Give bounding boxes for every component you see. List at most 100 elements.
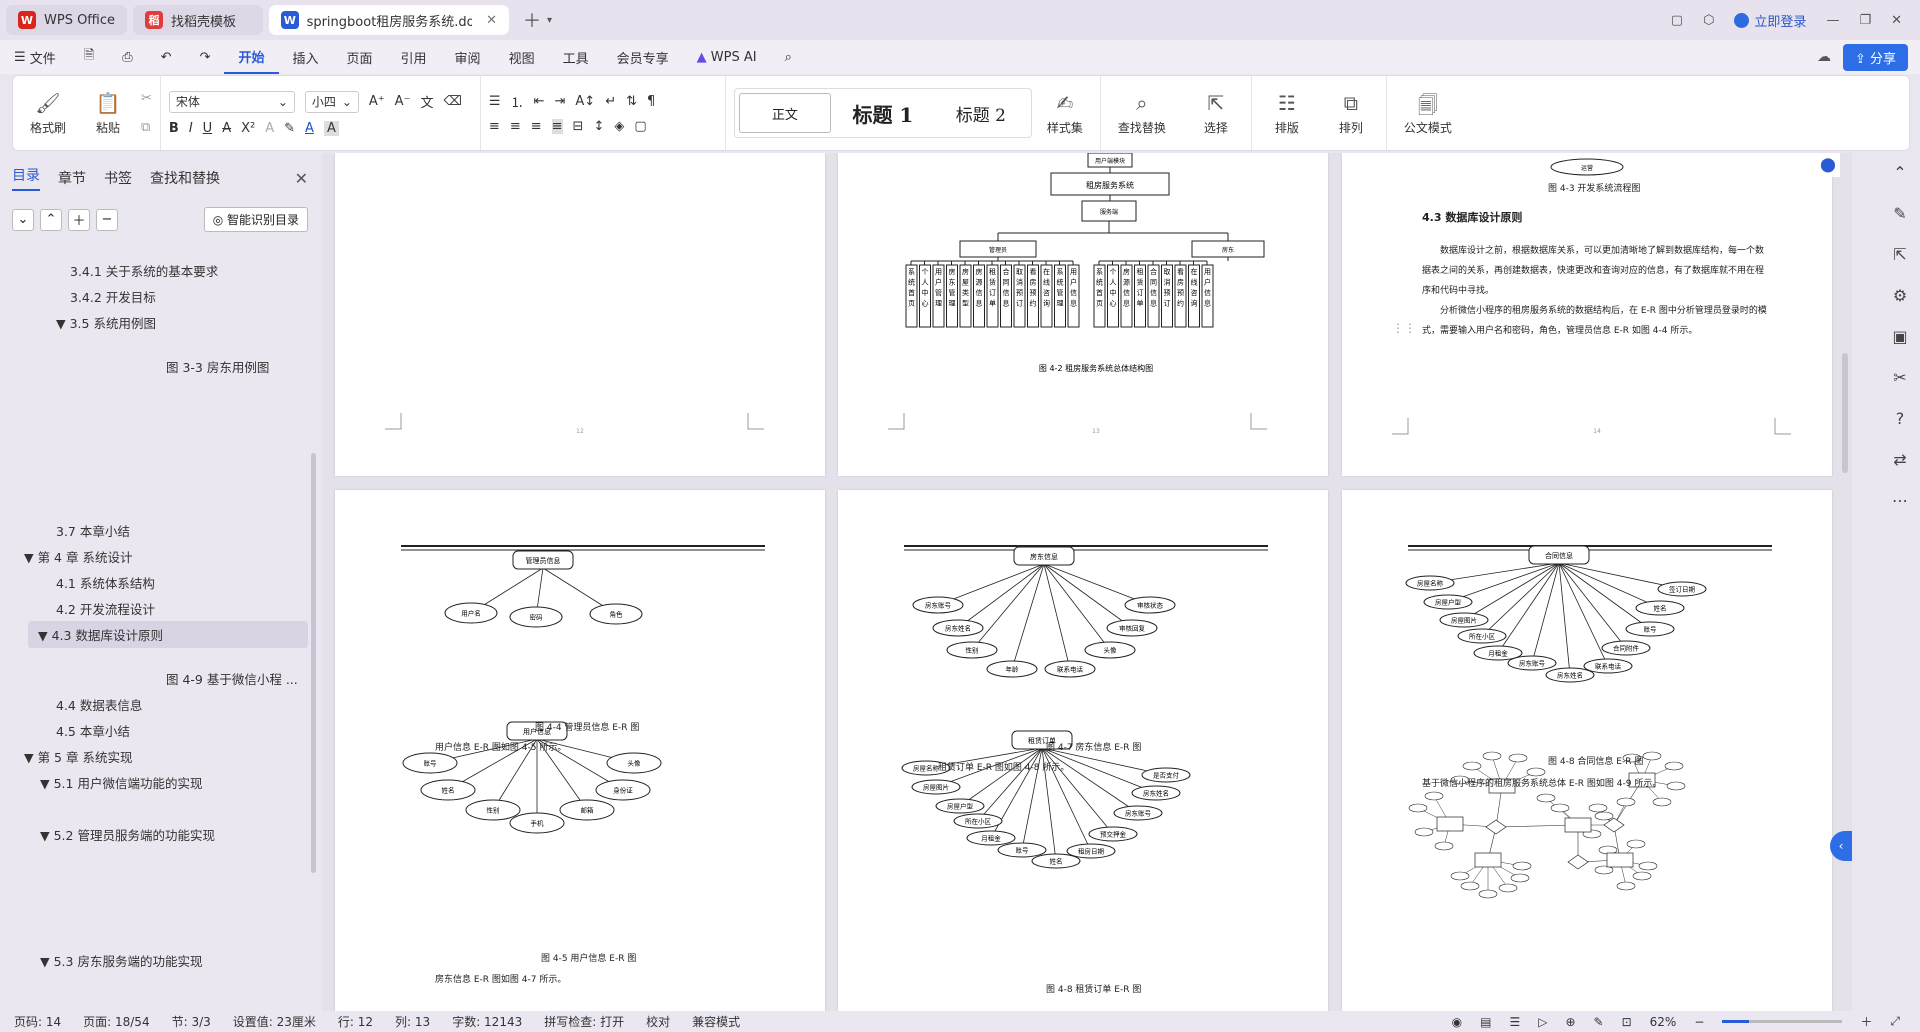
- tab-wps-office[interactable]: W WPS Office: [6, 5, 128, 35]
- phonetic-icon[interactable]: 文: [420, 92, 433, 111]
- paste-button[interactable]: 📋 粘贴: [81, 91, 135, 136]
- outline-view-icon[interactable]: ☰: [1509, 1015, 1520, 1029]
- close-window-icon[interactable]: ✕: [1891, 13, 1902, 28]
- zoom-value[interactable]: 62%: [1650, 1015, 1677, 1029]
- expand-icon[interactable]: ⌃: [40, 208, 62, 231]
- menu-page[interactable]: 页面: [333, 40, 387, 74]
- style-heading-1[interactable]: 标题 1: [837, 93, 929, 133]
- line-break-icon[interactable]: ↵: [605, 94, 616, 109]
- superscript-icon[interactable]: X²: [241, 121, 255, 136]
- save-icon[interactable]: 🗎: [70, 40, 108, 74]
- status-pages[interactable]: 页面: 18/54: [83, 1013, 149, 1030]
- justify-icon[interactable]: ≡: [551, 119, 563, 134]
- cursor-select-icon[interactable]: ⇱: [1893, 245, 1906, 264]
- wps-ai-button[interactable]: ▲ WPS AI: [683, 40, 771, 74]
- shrink-font-icon[interactable]: A⁻: [395, 94, 411, 109]
- sort-icon[interactable]: ⇅: [626, 94, 637, 109]
- zoom-in-icon[interactable]: ＋: [1860, 1013, 1872, 1030]
- nav-tab-find[interactable]: 查找和替换: [150, 168, 220, 188]
- search-icon[interactable]: ⌕: [771, 40, 806, 74]
- drag-handle-icon[interactable]: ⋮⋮: [1392, 321, 1416, 335]
- chevron-down-icon[interactable]: ▾: [547, 15, 552, 26]
- login-button[interactable]: 立即登录: [1734, 11, 1806, 30]
- nav-tab-chapters[interactable]: 章节: [58, 168, 86, 188]
- align-left-icon[interactable]: ≡: [489, 119, 500, 134]
- grow-font-icon[interactable]: A⁺: [369, 94, 385, 109]
- location-pin-icon[interactable]: ⬤: [1816, 153, 1840, 177]
- toc-item[interactable]: ▼ 第 5 章 系统实现: [24, 747, 132, 766]
- clear-format-icon[interactable]: ⌫: [443, 94, 461, 109]
- style-set-button[interactable]: ✍ 样式集: [1038, 91, 1092, 136]
- fit-icon[interactable]: ⊡: [1622, 1015, 1632, 1029]
- arrange-button[interactable]: ⧉ 排列: [1324, 91, 1378, 136]
- cloud-icon[interactable]: ☁: [1817, 49, 1831, 65]
- increase-indent-icon[interactable]: ⇥: [554, 94, 565, 109]
- style-normal[interactable]: 正文: [738, 93, 831, 133]
- numbered-list-icon[interactable]: ⒈: [511, 92, 524, 111]
- find-replace-button[interactable]: ⌕ 查找替换: [1109, 91, 1175, 136]
- tab-docer[interactable]: 稻 找稻壳模板: [133, 5, 264, 35]
- doc-scrollbar[interactable]: [1842, 353, 1848, 473]
- zoom-slider[interactable]: [1722, 1020, 1843, 1023]
- char-shading-icon[interactable]: A: [323, 120, 339, 136]
- format-painter-button[interactable]: 🖌 格式刷: [21, 91, 75, 136]
- decrease-indent-icon[interactable]: ⇤: [534, 94, 545, 109]
- page-view-icon[interactable]: ▤: [1480, 1015, 1491, 1029]
- play-icon[interactable]: ▷: [1538, 1015, 1547, 1029]
- border-icon[interactable]: ▢: [634, 119, 646, 134]
- show-marks-icon[interactable]: ¶: [647, 94, 655, 109]
- eye-icon[interactable]: ◉: [1452, 1015, 1462, 1029]
- tools-icon[interactable]: ✂: [1893, 368, 1906, 387]
- toc-item[interactable]: 3.7 本章小结: [56, 521, 130, 540]
- toc-item[interactable]: 3.4.2 开发目标: [70, 287, 156, 306]
- toc-item[interactable]: 图 4-9 基于微信小程 ...: [166, 669, 298, 688]
- pen-mode-icon[interactable]: ✎: [1594, 1015, 1604, 1029]
- toc-item[interactable]: 3.4.1 关于系统的基本要求: [70, 261, 218, 280]
- menu-home[interactable]: 开始: [224, 40, 279, 74]
- web-view-icon[interactable]: ⊕: [1565, 1015, 1575, 1029]
- cut-icon[interactable]: ✂: [141, 91, 152, 106]
- menu-vip[interactable]: 会员专享: [603, 40, 683, 74]
- select-button[interactable]: ⇱ 选择: [1189, 91, 1243, 136]
- remove-heading-icon[interactable]: −: [96, 208, 118, 231]
- toc-scrollbar[interactable]: [311, 453, 316, 873]
- text-effect-icon[interactable]: A: [265, 121, 274, 136]
- redo-icon[interactable]: ↷: [186, 40, 225, 74]
- shading-icon[interactable]: ◈: [614, 119, 624, 134]
- status-words[interactable]: 字数: 12143: [452, 1013, 522, 1030]
- line-spacing-icon[interactable]: ↕: [593, 119, 604, 134]
- nav-tab-toc[interactable]: 目录: [12, 165, 40, 191]
- toc-item[interactable]: ▼ 5.2 管理员服务端的功能实现: [40, 825, 215, 844]
- image-icon[interactable]: ▣: [1892, 327, 1907, 346]
- align-right-icon[interactable]: ≡: [531, 119, 542, 134]
- copy-icon[interactable]: ⧉: [141, 120, 152, 135]
- nav-tab-bookmarks[interactable]: 书签: [104, 168, 132, 188]
- font-color-icon[interactable]: A: [305, 121, 314, 136]
- pen-icon[interactable]: ✎: [1893, 204, 1906, 223]
- text-direction-icon[interactable]: A↕: [575, 94, 595, 109]
- toc-item[interactable]: 4.1 系统体系结构: [56, 573, 155, 592]
- style-heading-2[interactable]: 标题 2: [935, 93, 1027, 133]
- status-proof[interactable]: 校对: [646, 1013, 670, 1030]
- strikethrough-icon[interactable]: A: [222, 121, 231, 136]
- toc-item[interactable]: ▼ 第 4 章 系统设计: [24, 547, 132, 566]
- font-size-select[interactable]: 小四 ⌄: [304, 90, 359, 113]
- toc-item[interactable]: 图 3-3 房东用例图: [166, 357, 269, 376]
- tab-document[interactable]: W springboot租房服务系统.doc ✕: [269, 5, 510, 35]
- close-tab-icon[interactable]: ✕: [486, 13, 497, 28]
- collapse-icon[interactable]: ⌄: [12, 208, 34, 231]
- close-pane-icon[interactable]: ✕: [295, 169, 308, 188]
- print-icon[interactable]: ⎙: [108, 40, 146, 74]
- cube-icon[interactable]: ⬡: [1703, 13, 1714, 28]
- underline-icon[interactable]: U: [203, 121, 213, 136]
- undo-icon[interactable]: ↶: [147, 40, 186, 74]
- status-spell[interactable]: 拼写检查: 打开: [544, 1013, 624, 1030]
- window-layout-icon[interactable]: ▢: [1671, 13, 1683, 28]
- distribute-icon[interactable]: ⊟: [573, 119, 584, 134]
- doc-mode-button[interactable]: 🗐 公文模式: [1395, 91, 1461, 136]
- menu-insert[interactable]: 插入: [279, 40, 333, 74]
- bullet-list-icon[interactable]: ☰: [489, 94, 501, 109]
- menu-file[interactable]: ☰ 文件: [0, 40, 70, 74]
- bold-icon[interactable]: B: [169, 121, 179, 136]
- minimize-icon[interactable]: —: [1826, 13, 1839, 28]
